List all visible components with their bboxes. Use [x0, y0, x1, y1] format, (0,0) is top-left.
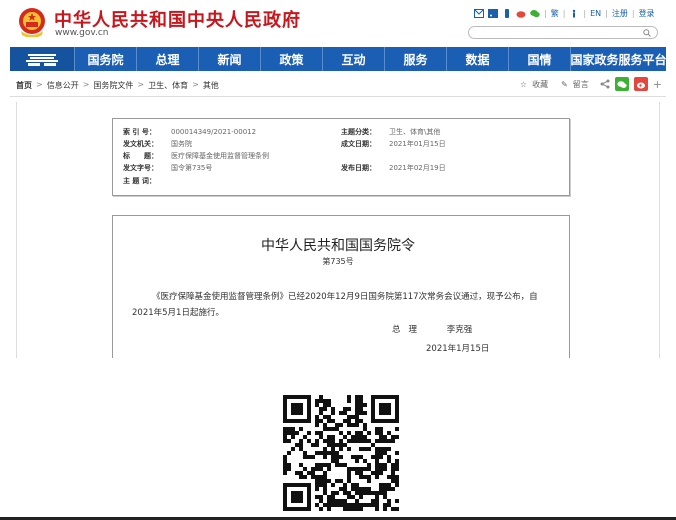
main-nav: 国务院 总理 新闻 政策 互动 服务 数据 国情 国家政务服务平台	[10, 47, 667, 71]
meta-created: 成文日期： 2021年01月15日	[341, 139, 446, 149]
message-button[interactable]: 留言	[573, 79, 589, 90]
meta-subject-value: 医疗保障基金使用监督管理条例	[171, 152, 269, 160]
nav-item-data[interactable]: 数据	[446, 47, 508, 71]
weibo-icon[interactable]	[516, 9, 526, 18]
breadcrumb-other[interactable]: 其他	[203, 80, 219, 91]
nav-item-services[interactable]: 服务	[384, 47, 446, 71]
separator: |	[583, 9, 587, 18]
signature-role: 总理	[392, 325, 426, 335]
tiananmen-icon	[26, 54, 58, 66]
meta-subject: 标 题： 医疗保障基金使用监督管理条例	[123, 151, 269, 161]
meta-index-value: 000014349/2021-00012	[171, 128, 257, 136]
page-tools: ☆ 收藏 ✎ 留言 +	[520, 77, 662, 91]
meta-category-value: 卫生、体育\其他	[389, 128, 441, 136]
wechat-icon	[617, 80, 627, 88]
meta-keywords-label: 主 题 词：	[123, 177, 156, 185]
breadcrumb-bar: 首页 > 信息公开 > 国务院文件 > 卫生、体育 > 其他 ☆ 收藏 ✎ 留言…	[10, 73, 666, 97]
document-title: 中华人民共和国国务院令	[261, 238, 415, 254]
breadcrumb-state-docs[interactable]: 国务院文件	[93, 80, 133, 91]
site-header: 中华人民共和国中央人民政府 www.gov.cn | 繁 | | EN | 注册…	[0, 0, 676, 46]
document-paragraph: 《医疗保障基金使用监督管理条例》已经2020年12月9日国务院第117次常务会议…	[132, 292, 538, 318]
breadcrumb-info-public[interactable]: 信息公开	[47, 80, 79, 91]
chevron-right-icon: >	[36, 80, 43, 89]
chevron-right-icon: >	[137, 80, 145, 89]
meta-docno-value: 国令第735号	[171, 164, 213, 172]
breadcrumb: 首页 > 信息公开 > 国务院文件 > 卫生、体育 > 其他	[16, 80, 219, 91]
separator: |	[605, 9, 608, 18]
search-icon[interactable]	[643, 29, 651, 37]
nav-item-state-council[interactable]: 国务院	[74, 47, 136, 71]
nav-home-logo[interactable]	[10, 47, 74, 71]
nav-item-policy[interactable]: 政策	[260, 47, 322, 71]
pencil-icon[interactable]: ✎	[561, 80, 568, 89]
meta-category: 主题分类： 卫生、体育\其他	[341, 127, 440, 137]
meta-published-label: 发布日期：	[341, 164, 376, 172]
meta-docno-label: 发文字号：	[123, 164, 158, 172]
qr-code	[283, 395, 399, 511]
favorite-button[interactable]: 收藏	[532, 79, 548, 90]
document-number: 第735号	[322, 257, 354, 266]
share-wechat-button[interactable]	[614, 77, 629, 91]
separator: |	[562, 9, 566, 18]
meta-keywords: 主 题 词：	[123, 176, 171, 186]
signature-name: 李克强	[446, 325, 473, 335]
meta-category-label: 主题分类：	[341, 128, 376, 136]
rss-icon[interactable]	[488, 9, 498, 18]
more-share-icon[interactable]: +	[653, 78, 662, 91]
search-box	[468, 26, 658, 45]
document-signature: 总理 李克强	[392, 323, 472, 335]
nav-item-service-platform[interactable]: 国家政务服务平台	[570, 47, 667, 71]
document-metadata: 索 引 号： 000014349/2021-00012 主题分类： 卫生、体育\其他…	[112, 118, 570, 196]
nav-item-premier[interactable]: 总理	[136, 47, 198, 71]
link-login[interactable]: 登录	[639, 8, 655, 19]
nav-item-news[interactable]: 新闻	[198, 47, 260, 71]
meta-issuer-label: 发文机关：	[123, 140, 158, 148]
mail-icon[interactable]	[474, 9, 484, 18]
meta-created-value: 2021年01月15日	[389, 140, 446, 148]
link-traditional[interactable]: 繁	[551, 8, 559, 19]
link-english[interactable]: EN	[590, 9, 601, 18]
meta-issuer-value: 国务院	[171, 140, 192, 148]
link-register[interactable]: 注册	[612, 8, 628, 19]
chevron-right-icon: >	[192, 80, 199, 89]
meta-docno: 发文字号： 国令第735号	[123, 163, 212, 173]
mobile-icon[interactable]	[502, 9, 512, 18]
separator: |	[631, 9, 635, 18]
meta-subject-label: 标 题：	[123, 152, 158, 160]
nav-item-national-info[interactable]: 国情	[508, 47, 570, 71]
meta-published: 发布日期： 2021年02月19日	[341, 163, 446, 173]
star-icon[interactable]: ☆	[520, 80, 527, 89]
search-input[interactable]	[475, 34, 645, 45]
meta-index: 索 引 号： 000014349/2021-00012	[123, 127, 256, 137]
national-emblem-icon[interactable]	[18, 7, 46, 37]
meta-published-value: 2021年02月19日	[389, 164, 446, 172]
chevron-right-icon: >	[82, 80, 90, 89]
wechat-icon[interactable]	[530, 9, 540, 18]
meta-created-label: 成文日期：	[341, 140, 376, 148]
site-url[interactable]: www.gov.cn	[55, 28, 108, 38]
breadcrumb-health-sports[interactable]: 卫生、体育	[148, 80, 188, 91]
nav-item-interaction[interactable]: 互动	[322, 47, 384, 71]
weibo-icon	[636, 82, 645, 88]
separator: |	[544, 9, 547, 18]
accessibility-icon[interactable]	[569, 9, 579, 18]
share-icon[interactable]	[600, 79, 610, 89]
share-weibo-button[interactable]	[633, 77, 648, 91]
meta-issuer: 发文机关： 国务院	[123, 139, 192, 149]
breadcrumb-home[interactable]: 首页	[16, 80, 32, 91]
meta-index-label: 索 引 号：	[123, 128, 156, 136]
document-date: 2021年1月15日	[426, 344, 490, 354]
top-links: | 繁 | | EN | 注册 | 登录	[474, 8, 655, 19]
